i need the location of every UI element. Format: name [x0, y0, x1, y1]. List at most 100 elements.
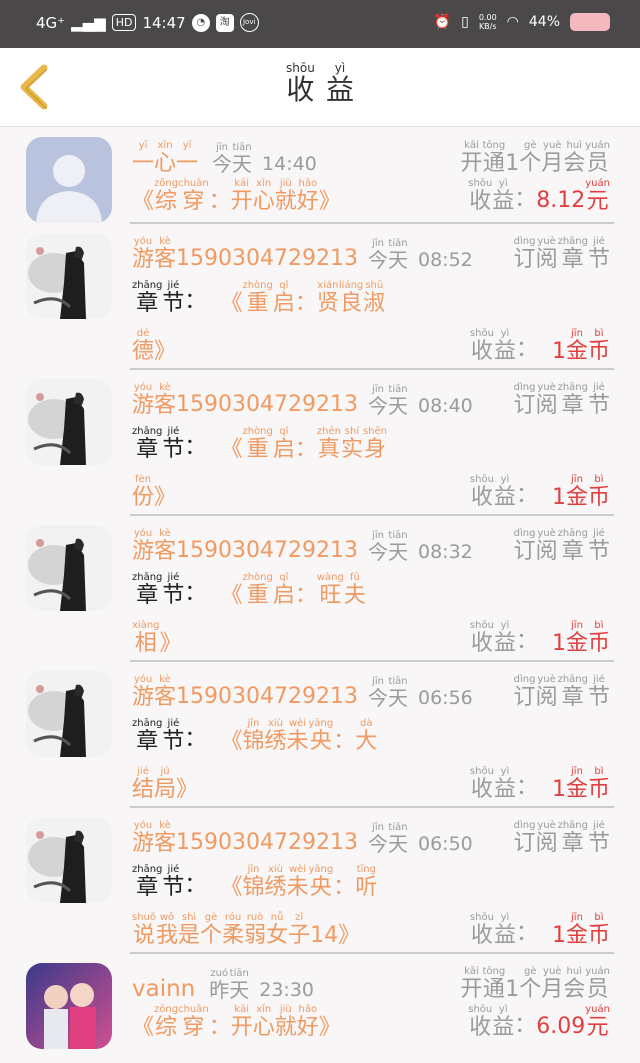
colon: ：: [184, 873, 207, 899]
earning-item[interactable]: yóu 游 kè 客 1590304729213 jīn 今 tiān 天 08:32 dì…: [0, 515, 640, 662]
item-header: vainn zuó 昨 tiān 天 23:30 kāi 开 tōng 通 1 gè 个 yuè 月 h…: [132, 965, 610, 1001]
earning-item[interactable]: vainn zuó 昨 tiān 天 23:30 kāi 开 tōng 通 1 gè 个 yuè 月 h…: [0, 953, 640, 1049]
ruby-char: yì 益: [493, 766, 516, 802]
guest-label: yóu 游 kè 客: [132, 235, 176, 271]
ruby-char: ：: [294, 437, 317, 462]
user-avatar[interactable]: [26, 671, 112, 757]
ruby-char: jīn 今: [368, 384, 388, 419]
ruby-char: 》: [154, 485, 177, 510]
user-id: 1590304729213: [176, 684, 358, 710]
ruby-char: jīn 今: [368, 530, 388, 565]
ruby-char: wǒ 我: [156, 912, 179, 948]
time-label: 14:40: [262, 153, 317, 176]
earning-item[interactable]: yóu 游 kè 客 1590304729213 jīn 今 tiān 天 08:52 dì…: [0, 223, 640, 370]
ruby-char: yì 益: [493, 328, 516, 364]
coin-amount: 1 jīn 金 bì 币: [552, 619, 610, 655]
ruby-char: 《: [220, 291, 243, 316]
user-id: 1590304729213: [176, 392, 358, 418]
ruby-char: yì 益: [493, 620, 516, 656]
subscribe-action: dìng 订 yuè 阅 zhāng 章 jié 节: [514, 235, 610, 271]
ruby-char: yāng 央: [308, 864, 334, 900]
earning-item[interactable]: yóu 游 kè 客 1590304729213 jīn 今 tiān 天 06:56 dì…: [0, 661, 640, 808]
alarm-icon: ⏰: [433, 14, 452, 30]
ruby-char: ：: [333, 875, 356, 900]
ruby-char: shí 实: [340, 426, 363, 462]
ruby-char: zhòng 重: [242, 426, 273, 462]
ruby-char: zhāng 章: [132, 864, 163, 900]
ruby-char: zhāng 章: [132, 426, 163, 462]
colon: ：: [514, 187, 537, 213]
user-avatar[interactable]: [26, 137, 112, 223]
ruby-char: tōng 通: [482, 140, 506, 176]
chapter-label: zhāng 章 jié 节: [132, 863, 184, 899]
ruby-char: 14: [310, 923, 339, 948]
ruby-char: jīn 金: [565, 766, 588, 802]
title-char: shōu 收: [286, 61, 315, 106]
ruby-char: xiù 绣: [264, 718, 287, 754]
time-label: 08:40: [418, 395, 473, 418]
chapter-title: 《 jǐn 锦 xiù 绣 wèi 未 yāng 央： tīng 听: [220, 863, 377, 899]
ruby-char: huì 会: [563, 140, 586, 176]
colon: ：: [515, 629, 538, 655]
ruby-char: yì 益: [492, 178, 515, 214]
subscribe-action: dìng 订 yuè 阅 zhāng 章 jié 节: [514, 819, 610, 855]
ruby-char: yóu 游: [132, 236, 155, 272]
earning-item[interactable]: yóu 游 kè 客 1590304729213 jīn 今 tiān 天 06:50 dì…: [0, 807, 640, 954]
ruby-char: kāi 开: [230, 178, 253, 214]
user-avatar[interactable]: [26, 233, 112, 319]
ruby-char: zhāng 章: [132, 718, 163, 754]
guest-label: yóu 游 kè 客: [132, 381, 176, 417]
clock: 14:47: [142, 13, 186, 32]
ruby-char: liáng 良: [338, 280, 364, 316]
user-avatar[interactable]: [26, 817, 112, 903]
ruby-char: ：: [208, 189, 231, 214]
ruby-char: yóu 游: [132, 528, 155, 564]
ruby-char: zōng 综: [154, 178, 179, 214]
earning-amount: shōu 收 yì 益： 1 jīn 金 bì 币: [470, 911, 610, 947]
ruby-char: zuó 昨: [209, 968, 230, 1003]
ruby-char: tiān 天: [232, 142, 253, 177]
user-id: 1590304729213: [176, 830, 358, 856]
ruby-char: xiàng 相: [132, 620, 160, 656]
ruby-char: jié 结: [132, 766, 155, 802]
ruby-char: wèi 未: [286, 718, 309, 754]
ruby-char: 《: [220, 875, 243, 900]
ruby-char: jīn 金: [565, 620, 588, 656]
ruby-char: jié 节: [587, 820, 610, 856]
chapter-line: zhāng 章 jié 节 ： 《 zhòng 重 qǐ 启： zhēn 真 shí 实 shēn 身: [132, 425, 610, 461]
day-label: jīn 今 tiān 天: [368, 821, 408, 855]
item-header: yóu 游 kè 客 1590304729213 jīn 今 tiān 天 08:40 dì…: [132, 381, 610, 417]
earning-amount: shōu 收 yì 益： 1 jīn 金 bì 币: [470, 473, 610, 509]
ruby-char: kè 客: [154, 674, 177, 710]
ruby-char: yuè 阅: [535, 236, 558, 272]
ruby-char: zhāng 章: [557, 528, 588, 564]
ruby-char: 1: [551, 485, 566, 510]
ruby-char: shōu 收: [468, 1004, 493, 1040]
earning-item[interactable]: yī 一 xīn 心 yī 一 jīn 今 tiān 天 14:40 kāi 开 tōng 通 1 gè 个…: [0, 127, 640, 224]
ruby-char: 》: [159, 631, 182, 656]
user-avatar[interactable]: [26, 525, 112, 611]
user-avatar[interactable]: [26, 963, 112, 1049]
earning-item[interactable]: yóu 游 kè 客 1590304729213 jīn 今 tiān 天 08:40 dì…: [0, 369, 640, 516]
ruby-char: hǎo 好: [296, 178, 319, 214]
ruby-char: jié 节: [587, 528, 610, 564]
item-detail: 《 zōng 综 chuān 穿： kāi 开 xīn 心 jiù 就 hǎo 好》 shōu 收 yì 益：…: [132, 1003, 610, 1039]
chapter-title-cont: dé 德》: [132, 327, 176, 363]
user-name: vainn: [132, 976, 196, 1003]
yuan-unit: yuán 元: [585, 1004, 610, 1040]
ruby-char: shì 是: [178, 912, 201, 948]
ruby-char: gè 个: [519, 140, 542, 176]
ruby-char: tiān 天: [388, 822, 408, 857]
subscribe-action: dìng 订 yuè 阅 zhāng 章 jié 节: [514, 527, 610, 563]
ruby-char: jié 节: [587, 382, 610, 418]
member-action: kāi 开 tōng 通 1 gè 个 yuè 月 huì 会 yuán 员: [460, 139, 610, 175]
chapter-line-2: dé 德》 shōu 收 yì 益： 1 jīn 金 bì 币: [132, 327, 610, 363]
item-header: yī 一 xīn 心 yī 一 jīn 今 tiān 天 14:40 kāi 开 tōng 通 1 gè 个…: [132, 139, 610, 175]
day-label: zuó 昨 tiān 天: [209, 967, 249, 1001]
user-avatar[interactable]: [26, 379, 112, 465]
ruby-char: bì 币: [587, 474, 610, 510]
ruby-char: dà 大: [355, 718, 378, 754]
ruby-char: 《: [132, 189, 155, 214]
ruby-char: jiù 就: [274, 1004, 297, 1040]
guest-label: yóu 游 kè 客: [132, 527, 176, 563]
